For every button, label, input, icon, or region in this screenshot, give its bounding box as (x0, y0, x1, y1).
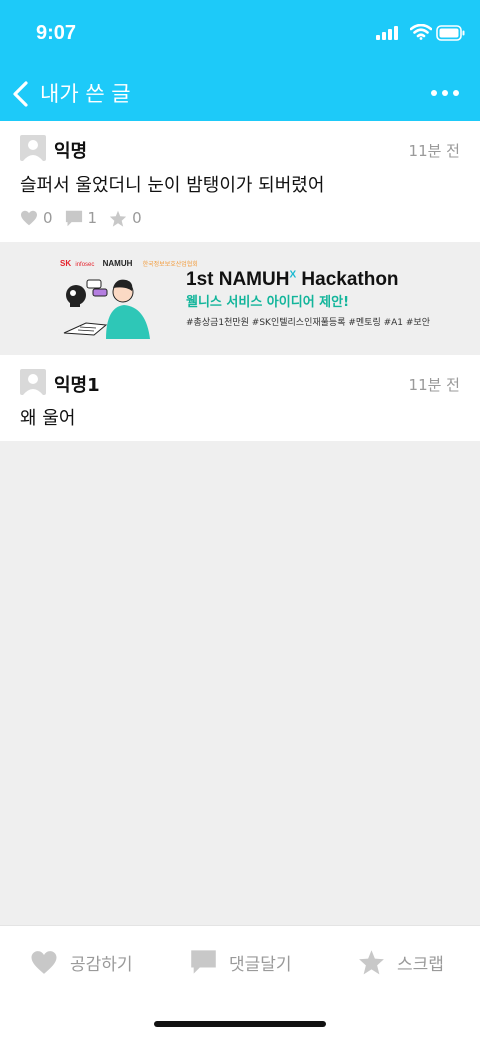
banner-subtitle: 웰니스 서비스 아이디어 제안! (186, 295, 350, 310)
navigation-bar: 내가 쓴 글 (0, 68, 480, 121)
hackathon-illustration (63, 279, 150, 339)
like-button-label: 공감하기 (70, 954, 133, 975)
cellular-signal-icon (376, 26, 398, 40)
home-indicator[interactable] (154, 1021, 326, 1027)
comment-button-label: 댓글달기 (229, 954, 292, 975)
battery-icon (436, 25, 465, 41)
banner-tags: #총상금1천만원 #SK인텔리스인재풀등록 #멘토링 #A1 #보안 (186, 318, 430, 328)
comment-icon (65, 210, 82, 226)
post-card[interactable]: 익명 11분 전 슬퍼서 울었더니 눈이 밤탱이가 되버렸어 0 1 0 (0, 121, 480, 242)
page-title: 내가 쓴 글 (40, 82, 131, 106)
bottom-action-bar: 공감하기 댓글달기 스크랩 (0, 925, 480, 997)
status-bar: 9:07 (0, 0, 480, 68)
star-icon (359, 950, 384, 975)
scrap-count-value: 0 (132, 209, 142, 227)
post-text: 왜 울어 (20, 408, 76, 429)
banner-sk-sub: infosec (75, 262, 95, 268)
heart-icon (31, 950, 57, 974)
scrap-button-label: 스크랩 (397, 954, 444, 975)
heart-icon (21, 210, 37, 226)
wifi-icon (410, 24, 432, 40)
banner-title: 1st NAMUHX Hackathon (186, 269, 399, 291)
scrap-count: 0 (109, 209, 142, 227)
star-icon (109, 210, 127, 227)
like-button[interactable]: 공감하기 (30, 947, 133, 977)
scrap-button[interactable]: 스크랩 (358, 947, 444, 977)
more-horizontal-icon[interactable] (430, 88, 460, 98)
post-card[interactable]: 익명1 11분 전 왜 울어 (0, 355, 480, 441)
post-time: 11분 전 (408, 142, 460, 160)
post-stats: 0 1 0 (20, 207, 154, 229)
status-time: 9:07 (36, 22, 77, 44)
comment-button[interactable]: 댓글달기 (190, 947, 292, 977)
banner-partner-logo: 한국정보보호산업협회 (142, 262, 198, 268)
comment-icon (191, 950, 216, 974)
chevron-left-icon[interactable] (10, 80, 34, 108)
banner-title-main: 1st NAMUH (186, 269, 290, 290)
comment-count-value: 1 (87, 209, 98, 227)
post-text: 슬퍼서 울었더니 눈이 밤탱이가 되버렸어 (20, 175, 325, 196)
banner-brand-row: SK infosec NAMUH 한국정보보호산업협회 (60, 259, 198, 268)
banner-sk-logo: SK (60, 259, 72, 268)
banner-namuh-logo: NAMUH (102, 259, 133, 268)
banner-title-rest: Hackathon (296, 269, 399, 290)
avatar (20, 135, 46, 161)
home-indicator-area (0, 997, 480, 1040)
post-author: 익명1 (54, 375, 100, 396)
like-count: 0 (20, 209, 53, 227)
post-time: 11분 전 (408, 376, 460, 394)
comment-count: 1 (65, 209, 98, 227)
ad-banner[interactable]: SK infosec NAMUH 한국정보보호산업협회 1st NAMUHX H… (0, 243, 480, 354)
like-count-value: 0 (43, 209, 53, 227)
avatar (20, 369, 46, 395)
post-author: 익명 (54, 141, 88, 162)
